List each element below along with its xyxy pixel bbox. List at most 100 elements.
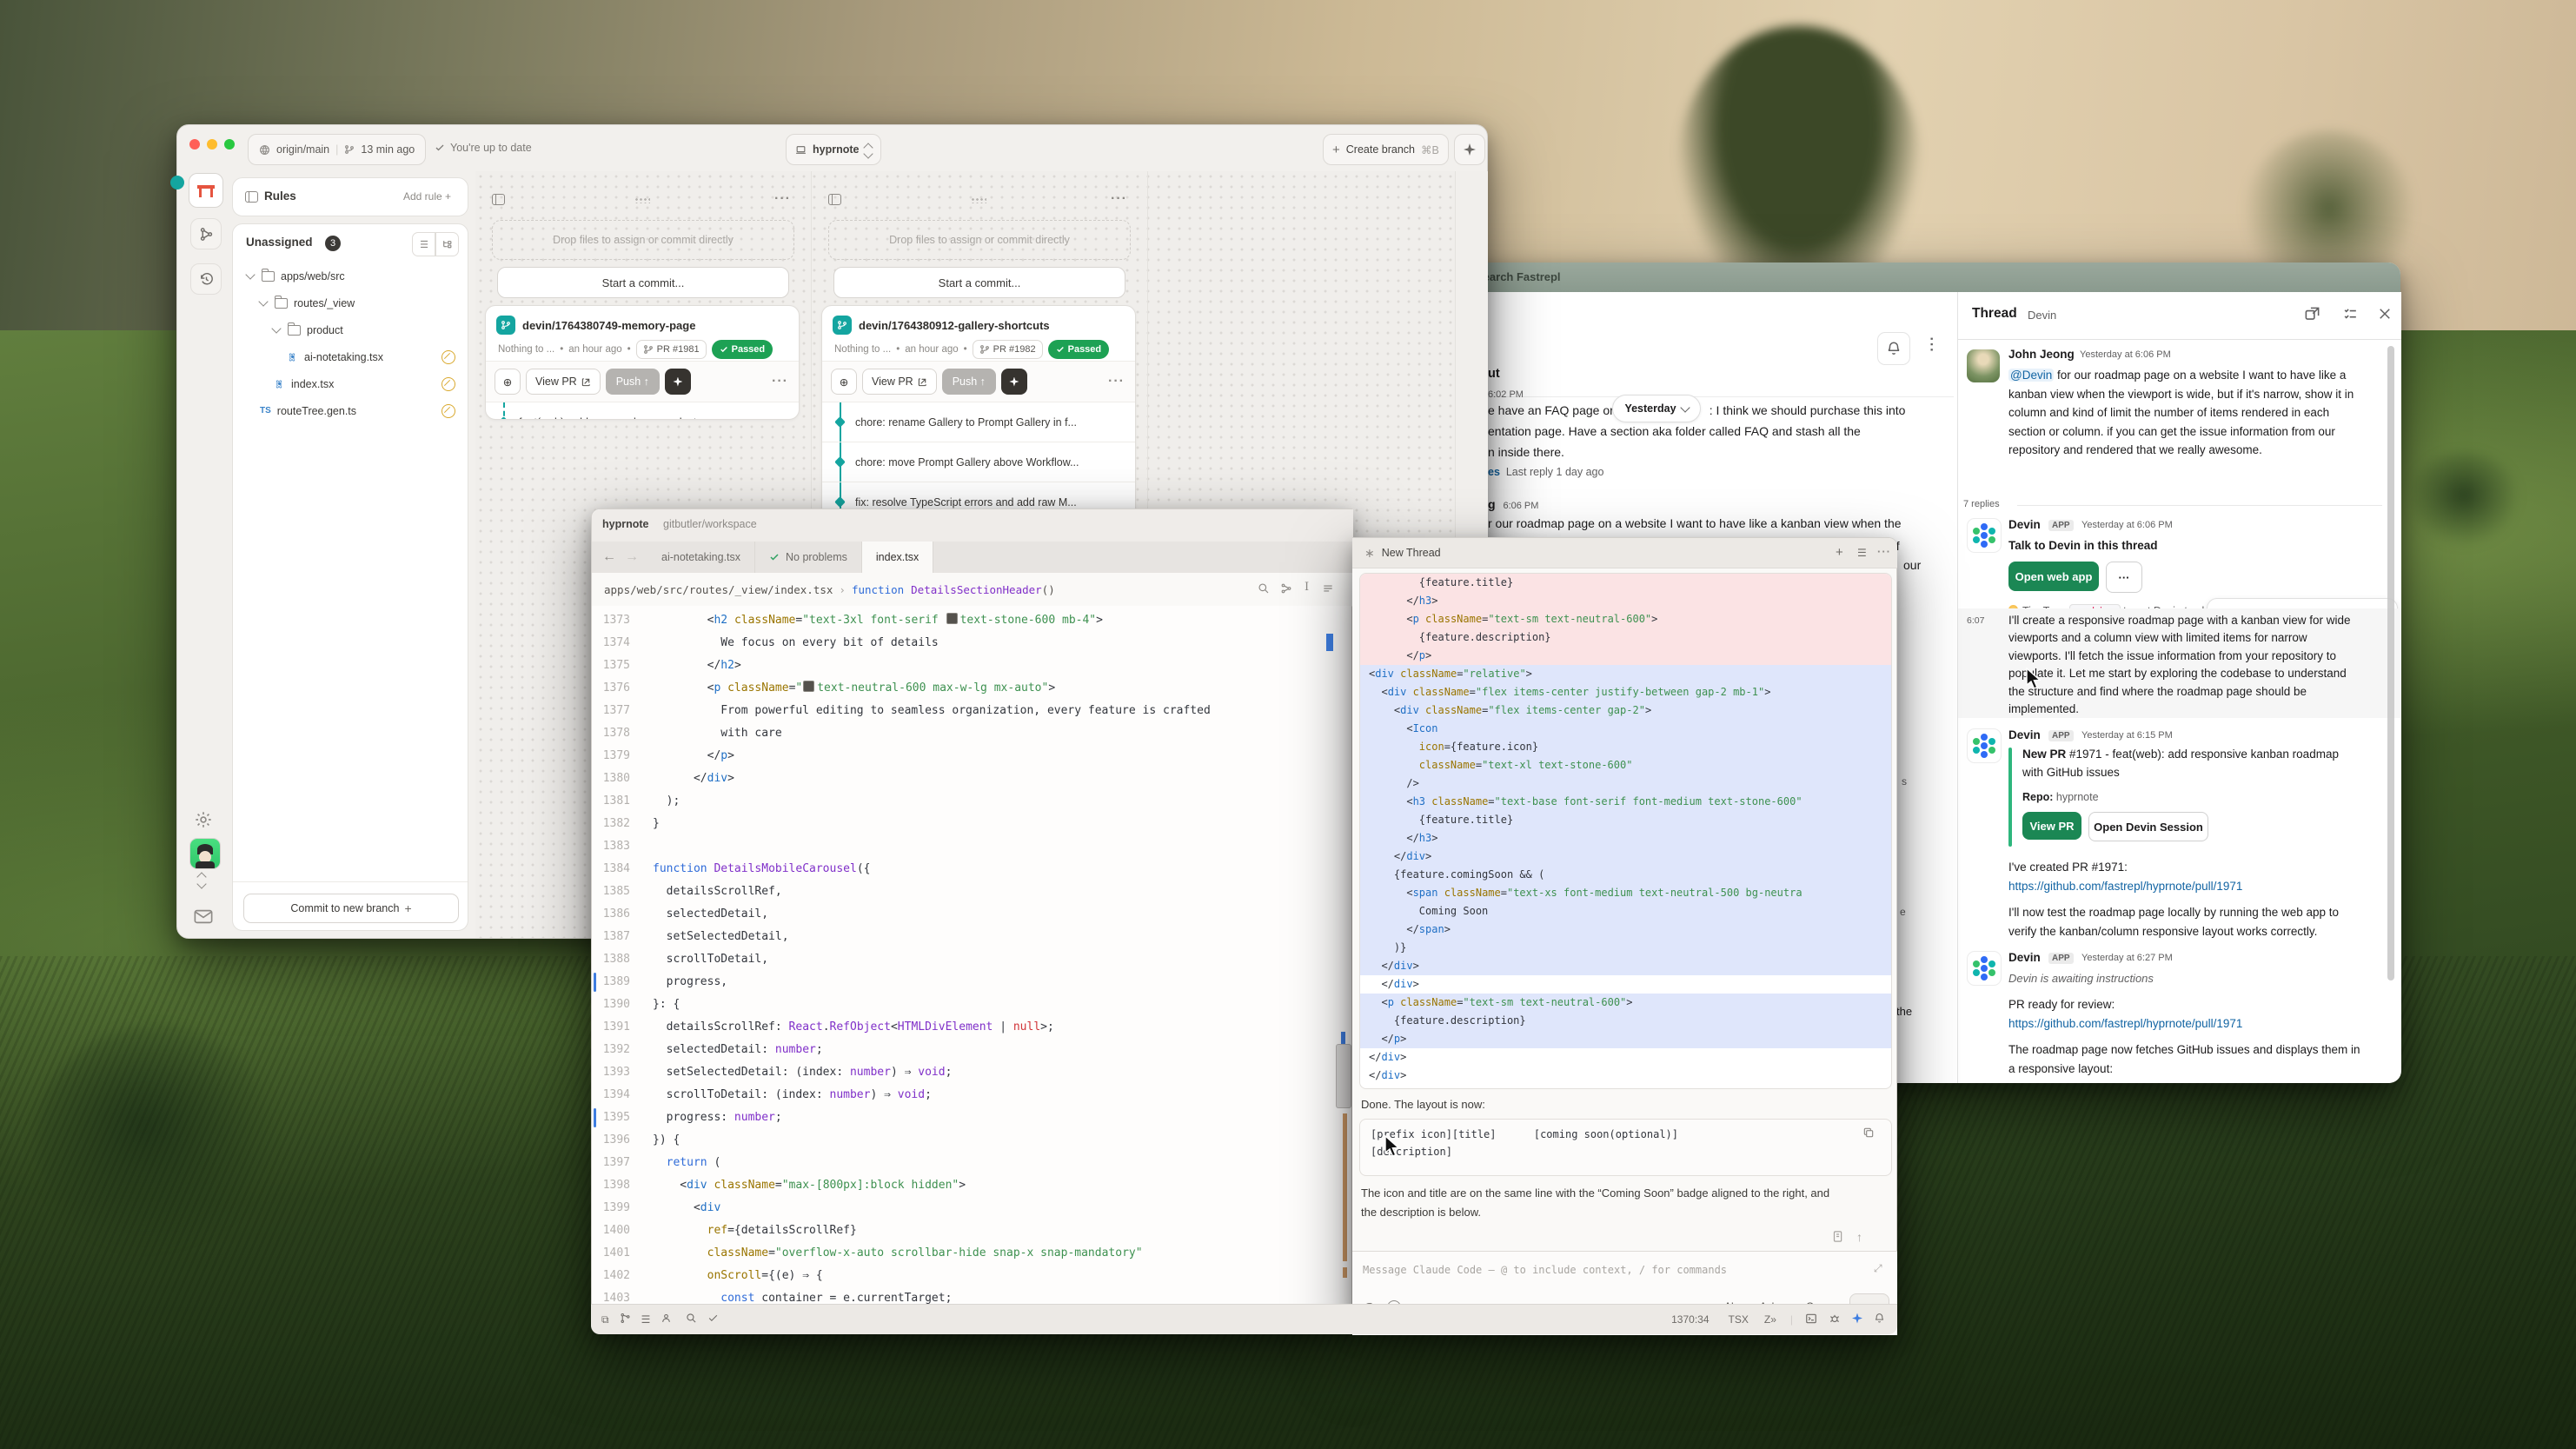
code-line[interactable]: 1378 with care (592, 722, 1351, 745)
expand-chevron-icon[interactable] (245, 269, 255, 279)
language-indicator[interactable]: TSX (1710, 1313, 1749, 1326)
view-pr-button[interactable]: View PR (862, 369, 937, 395)
code-line[interactable]: 1399 <div (592, 1197, 1351, 1220)
view-pr-button[interactable]: View PR (526, 369, 601, 395)
editor-scrollbar-thumb[interactable] (1336, 1044, 1351, 1108)
mention-chip[interactable]: @Devin (2008, 369, 2054, 382)
lane-menu-icon[interactable]: ··· (774, 191, 791, 207)
diagnostics-icon[interactable] (697, 1313, 719, 1326)
code-line[interactable]: 1382} (592, 813, 1351, 835)
tree-file-ai-notetaking.tsx[interactable]: ai-notetaking.tsx (233, 343, 468, 370)
code-line[interactable]: 1381 ); (592, 790, 1351, 813)
notification-bell-icon[interactable] (1862, 1313, 1897, 1326)
ci-status-badge[interactable]: Passed (1048, 340, 1110, 359)
popout-icon[interactable] (2304, 306, 2320, 327)
list-view-toggle[interactable]: ☰ (412, 232, 436, 256)
more-options-icon[interactable]: ··· (1922, 337, 1938, 354)
rail-workspace-button[interactable] (189, 173, 223, 208)
message-time[interactable]: Yesterday at 6:27 PM (2081, 953, 2173, 963)
more-actions-button[interactable]: ··· (2106, 562, 2142, 593)
pr-link[interactable]: https://github.com/fastrepl/hyprnote/pul… (2008, 880, 2242, 893)
code-line[interactable]: 1389 progress, (592, 971, 1351, 994)
add-rule-button[interactable]: Add rule + (403, 190, 451, 203)
lane-dropzone[interactable]: Drop files to assign or commit directly (492, 220, 794, 260)
code-line[interactable]: 1403 const container = e.currentTarget; (592, 1287, 1351, 1304)
ai-button[interactable] (665, 369, 691, 395)
zed-titlebar[interactable]: hyprnote gitbutler/workspace (592, 509, 1353, 542)
code-line[interactable]: 1396}) { (592, 1129, 1351, 1152)
code-line[interactable]: 1395 progress: number; (592, 1107, 1351, 1129)
assistant-sparkle-icon[interactable] (1841, 1313, 1862, 1326)
open-devin-session-button[interactable]: Open Devin Session (2088, 812, 2208, 841)
rail-branches-button[interactable] (190, 218, 222, 249)
code-line[interactable]: 1390}: { (592, 994, 1351, 1016)
author-name[interactable]: Devin (2008, 951, 2041, 964)
expand-input-icon[interactable]: ⤢ (1874, 1262, 1882, 1275)
branch-name[interactable]: devin/1764380749-memory-page (522, 319, 695, 332)
scroll-up-icon[interactable]: ↑ (1856, 1230, 1862, 1244)
code-line[interactable]: 1384function DetailsMobileCarousel({ (592, 858, 1351, 881)
commit-row[interactable]: chore: move Prompt Gallery above Workflo… (822, 442, 1135, 482)
code-line[interactable]: 1387 setSelectedDetail, (592, 926, 1351, 948)
lane-dropzone[interactable]: Drop files to assign or commit directly (828, 220, 1131, 260)
commit-row[interactable]: chore: rename Gallery to Prompt Gallery … (822, 402, 1135, 442)
tree-file-index.tsx[interactable]: index.tsx (233, 370, 468, 397)
expand-chevron-icon[interactable] (258, 296, 268, 306)
agent-menu-icon[interactable]: ··· (1877, 545, 1891, 558)
start-commit-button[interactable]: Start a commit... (833, 267, 1125, 298)
code-editor[interactable]: 1373 <h2 className="text-3xl font-serif … (592, 606, 1351, 1304)
start-commit-button[interactable]: Start a commit... (497, 267, 789, 298)
zed-branch-name[interactable]: gitbutler/workspace (663, 518, 757, 530)
code-line[interactable]: 1374 We focus on every bit of details (592, 632, 1351, 655)
replies-count[interactable]: 7 replies (1963, 499, 2000, 509)
account-switcher-chevrons[interactable] (198, 871, 205, 887)
code-line[interactable]: 1385 detailsScrollRef, (592, 881, 1351, 903)
tree-folder-routes/_view[interactable]: routes/_view (233, 289, 468, 316)
tree-file-routeTree.gen.ts[interactable]: TSrouteTree.gen.ts (233, 397, 468, 424)
tab-ai-notetaking[interactable]: ai-notetaking.tsx (647, 542, 755, 573)
message-time[interactable]: Yesterday at 6:06 PM (2080, 349, 2171, 360)
thread-scrollbar[interactable] (2387, 346, 2394, 980)
copy-icon[interactable] (1862, 1127, 1875, 1143)
ai-button[interactable] (1001, 369, 1027, 395)
close-icon[interactable] (2377, 306, 2393, 326)
nav-back-icon[interactable]: ← (592, 542, 623, 573)
tree-folder-product[interactable]: product (233, 316, 468, 343)
new-thread-plus-icon[interactable]: + (1836, 545, 1843, 560)
pr-link[interactable]: https://github.com/fastrepl/hyprnote/pul… (2008, 1017, 2242, 1030)
agent-panel-header[interactable]: ∗ New Thread + ☰ ··· (1352, 538, 1897, 568)
rail-history-button[interactable] (190, 263, 222, 295)
view-pr-button[interactable]: View PR (2022, 812, 2081, 840)
pr-pill[interactable]: PR #1981 (636, 340, 707, 359)
code-line[interactable]: 1394 scrollToDetail: (index: number) ⇒ v… (592, 1084, 1351, 1107)
zoom-button[interactable] (224, 139, 235, 150)
pr-pill[interactable]: PR #1982 (973, 340, 1043, 359)
agent-message-input[interactable]: Message Claude Code — @ to include conte… (1363, 1264, 1727, 1276)
code-line[interactable]: 1377 From powerful editing to seamless o… (592, 700, 1351, 722)
project-switcher[interactable]: hyprnote (786, 134, 881, 165)
lane-panel-icon[interactable] (492, 194, 505, 205)
breadcrumb[interactable]: apps/web/src/routes/_view/index.tsx › fu… (592, 573, 1353, 607)
code-line[interactable]: 1386 selectedDetail, (592, 903, 1351, 926)
lane-panel-icon[interactable] (828, 194, 841, 205)
code-line[interactable]: 1398 <div className="max-[800px]:block h… (592, 1174, 1351, 1197)
lane-drag-handle[interactable] (971, 197, 986, 203)
project-panel-icon[interactable]: ⧉ (591, 1313, 609, 1326)
open-web-app-button[interactable]: Open web app (2008, 562, 2099, 591)
card-menu-icon[interactable]: ··· (1108, 374, 1125, 389)
search-icon[interactable] (672, 1313, 697, 1326)
message-time[interactable]: Yesterday at 6:06 PM (2081, 520, 2173, 530)
assign-button[interactable]: ⊕ (495, 369, 521, 395)
code-line[interactable]: 1376 <p className="text-neutral-600 max-… (592, 677, 1351, 700)
ci-status-badge[interactable]: Passed (712, 340, 773, 359)
feedback-mail-icon[interactable] (194, 909, 213, 928)
assign-button[interactable]: ⊕ (831, 369, 857, 395)
buffer-search-icon[interactable] (1258, 582, 1270, 597)
regex-toggle-icon[interactable] (1322, 582, 1334, 597)
code-line[interactable]: 1397 return ( (592, 1152, 1351, 1174)
author-name[interactable]: Devin (2008, 728, 2041, 741)
code-line[interactable]: 1391 detailsScrollRef: React.RefObject<H… (592, 1016, 1351, 1039)
code-line[interactable]: 1375 </h2> (592, 655, 1351, 677)
terminal-icon[interactable] (1793, 1313, 1817, 1327)
code-line[interactable]: 1373 <h2 className="text-3xl font-serif … (592, 609, 1351, 632)
